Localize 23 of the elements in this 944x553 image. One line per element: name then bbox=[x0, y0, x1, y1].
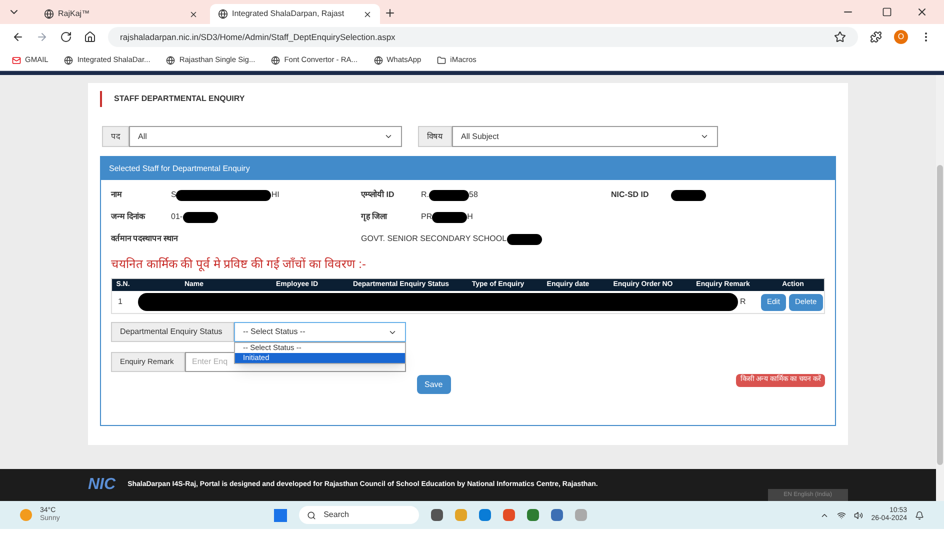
field-label: वर्तमान पदस्थापन स्थान bbox=[111, 233, 180, 245]
field-label: गृह जिला bbox=[361, 211, 388, 223]
field-value: GOVT. SENIOR SECONDARY SCHOOL bbox=[361, 233, 507, 245]
field-value: 01- bbox=[171, 211, 183, 223]
field-label: NIC-SD ID bbox=[611, 189, 650, 201]
field-value: R. bbox=[421, 189, 429, 201]
page-title: STAFF DEPARTMENTAL ENQUIRY bbox=[114, 93, 245, 105]
filter-label: विषय bbox=[418, 126, 452, 147]
table-cell-text: R bbox=[740, 296, 747, 308]
field-value: S bbox=[171, 189, 176, 201]
field-value: PR bbox=[421, 211, 432, 223]
field-value: H bbox=[467, 211, 473, 223]
field-label: एम्प्लोयी ID bbox=[361, 189, 396, 201]
field-value: HI bbox=[271, 189, 280, 201]
filter-label: पद bbox=[102, 126, 129, 147]
status-label: Departmental Enquiry Status bbox=[111, 322, 234, 342]
nic-logo: NIC bbox=[88, 475, 116, 495]
field-label: जन्म दिनांक bbox=[111, 211, 146, 223]
section-heading: चयनित कार्मिक की पूर्व मे प्रविष्ट की गई जाँचों का विवरण :- bbox=[111, 256, 368, 273]
panel-title: Selected Staff for Departmental Enquiry bbox=[109, 162, 250, 174]
field-label: नाम bbox=[111, 189, 123, 201]
field-value: 58 bbox=[469, 189, 478, 201]
table-cell-text: 1 bbox=[118, 296, 124, 308]
